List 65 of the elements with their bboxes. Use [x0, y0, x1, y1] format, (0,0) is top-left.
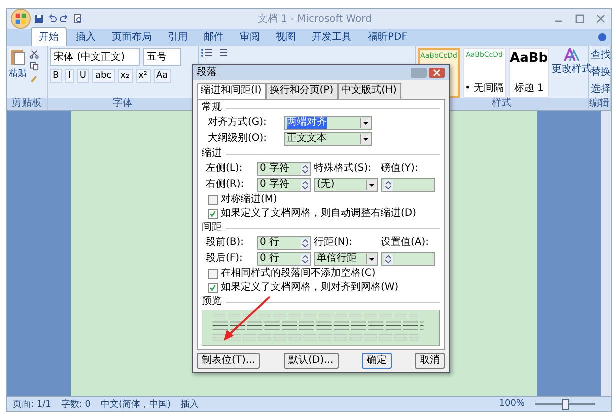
field-label: 对齐方式(G):	[208, 117, 268, 129]
format-button[interactable]: x₂	[118, 69, 133, 83]
spin-field[interactable]: 0 字符	[257, 178, 311, 192]
change-styles-button[interactable]: 更改样式	[552, 48, 592, 98]
field-label: 特殊格式(S):	[314, 163, 373, 175]
checkbox-label: 如果定义了文档网格，则对齐到网格(W)	[221, 282, 399, 294]
dialog-button[interactable]: 取消	[414, 353, 445, 369]
ribbon-tab[interactable]: 邮件	[197, 28, 231, 46]
checkbox-label: 在相同样式的段落间不添加空格(C)	[221, 268, 376, 280]
spin-field[interactable]: 0 行	[257, 252, 311, 266]
checkbox-label: 对称缩进(M)	[221, 194, 278, 206]
spin-field[interactable]: 0 字符	[257, 162, 311, 176]
field-label: 段后(F):	[206, 253, 244, 265]
zoom-level[interactable]: 100%	[499, 399, 525, 409]
dialog-button[interactable]: 默认(D)...	[284, 353, 339, 369]
dialog-button[interactable]: 确定	[362, 353, 392, 369]
field-label: 行距(N):	[314, 237, 354, 249]
group-label: 编辑	[589, 98, 610, 110]
group-label: 剪贴板	[7, 98, 47, 110]
editing-button[interactable]: 选择	[591, 82, 608, 96]
ribbon-tab[interactable]: 视图	[269, 28, 303, 46]
status-item[interactable]: 插入	[181, 398, 200, 410]
status-item[interactable]: 字数: 0	[61, 398, 92, 410]
dropdown[interactable]: 正文文本	[284, 132, 372, 146]
section-heading: 间距	[202, 222, 222, 234]
format-button[interactable]: I	[65, 69, 74, 83]
format-button[interactable]: x²	[136, 69, 150, 83]
dialog-title: 段落	[197, 66, 217, 78]
ribbon-tab[interactable]: 页面布局	[105, 28, 159, 46]
dropdown[interactable]: 两端对齐	[284, 116, 372, 130]
ribbon-tab[interactable]: 开发工具	[305, 28, 359, 46]
window-title: 文档 1 - Microsoft Word	[257, 12, 373, 26]
section-heading: 常规	[202, 102, 222, 114]
ribbon-tab[interactable]: 福昕PDF	[361, 28, 414, 46]
ribbon-tab[interactable]: 开始	[31, 27, 67, 46]
field-label: 右侧(R):	[206, 179, 246, 191]
paste-button[interactable]: 粘贴	[9, 48, 27, 98]
format-button[interactable]: U	[76, 69, 90, 83]
field-label: 左侧(L):	[206, 163, 244, 175]
field-label: 大纲级别(O):	[208, 133, 268, 145]
section-heading: 预览	[202, 296, 222, 308]
dropdown[interactable]: (无)	[314, 178, 378, 192]
checkbox-label: 如果定义了文档网格，则自动调整右缩进(D)	[221, 208, 417, 220]
style-tile[interactable]: AaBb 标题 1	[509, 48, 550, 98]
field-label: 磅值(Y):	[381, 163, 420, 175]
dialog-tab[interactable]: 缩进和间距(I)	[197, 83, 266, 99]
format-button[interactable]: Aa	[154, 69, 172, 83]
ribbon-tab[interactable]: 引用	[161, 28, 195, 46]
format-button[interactable]: B	[50, 69, 62, 83]
field-label: 设置值(A):	[381, 237, 430, 249]
font-size-dropdown[interactable]: 五号	[143, 48, 181, 66]
editing-button[interactable]: 替换	[591, 65, 608, 79]
ribbon-tab[interactable]: 插入	[69, 28, 103, 46]
field-label: 段前(B):	[206, 237, 246, 249]
dialog-tab[interactable]: 换行和分页(P)	[266, 83, 338, 99]
spin-field[interactable]: 0 行	[257, 236, 311, 250]
font-name-dropdown[interactable]: 宋体 (中文正文)	[50, 48, 140, 66]
section-heading: 缩进	[202, 148, 222, 160]
status-item[interactable]: 中文(简体，中国)	[101, 398, 172, 410]
dialog-tab[interactable]: 中文版式(H)	[338, 83, 401, 99]
format-button[interactable]: abc	[92, 69, 115, 83]
dropdown[interactable]: 单倍行距	[314, 252, 378, 266]
dialog-button[interactable]: 制表位(T)...	[197, 353, 260, 369]
status-item[interactable]: 页面: 1/1	[13, 398, 52, 410]
ribbon-tab[interactable]: 审阅	[233, 28, 267, 46]
